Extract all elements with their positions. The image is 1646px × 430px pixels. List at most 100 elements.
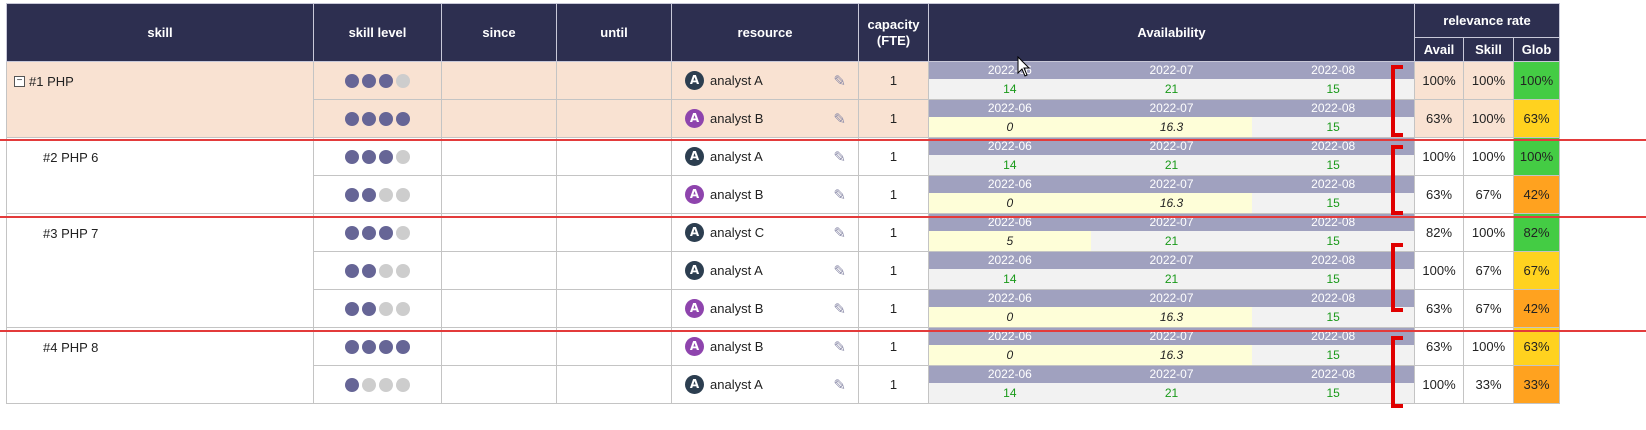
availability-cell: 2022-06 2022-07 2022-08 0 16.3 15 [928, 99, 1415, 138]
glob-pct-cell: 63% [1513, 327, 1560, 366]
skill-level-cell [313, 137, 442, 176]
since-cell [441, 289, 557, 328]
pencil-icon[interactable]: ✎ [833, 148, 846, 166]
availability-month: 2022-08 [1311, 101, 1356, 115]
until-cell [556, 137, 672, 176]
skill-level-dot [345, 187, 359, 202]
since-cell [441, 327, 557, 366]
resource-name[interactable]: analyst B [710, 111, 763, 126]
availability-value: 14 [1003, 386, 1017, 400]
availability-value: 0 [929, 193, 1091, 213]
col-header-avail[interactable]: Avail [1414, 37, 1464, 62]
availability-value: 21 [1164, 386, 1179, 400]
col-header-skill[interactable]: skill [6, 3, 314, 62]
resource-name[interactable]: analyst B [710, 301, 763, 316]
availability-value: 14 [1003, 158, 1017, 172]
availability-month: 2022-08 [1311, 253, 1356, 267]
resource-cell: A analyst B ✎ [671, 289, 859, 328]
col-header-availability[interactable]: Availability [928, 3, 1415, 62]
table-row[interactable]: #2 PHP 6 A analyst A ✎ 1 2022-06 2022-07 2… [6, 137, 1560, 214]
skills-resource-table: skill skill level since until resource c… [6, 3, 1560, 404]
resource-name[interactable]: analyst A [710, 73, 763, 88]
skill-level-dot [379, 301, 393, 316]
skill-level-dot [362, 339, 376, 354]
pencil-icon[interactable]: ✎ [833, 110, 846, 128]
availability-month: 2022-07 [1149, 63, 1194, 77]
resource-name[interactable]: analyst C [710, 225, 764, 240]
group-separator-line [0, 139, 1646, 141]
pencil-icon[interactable]: ✎ [833, 262, 846, 280]
skill-level-cell [313, 365, 442, 404]
glob-pct-cell: 100% [1513, 61, 1560, 100]
since-cell [441, 213, 557, 252]
until-cell [556, 289, 672, 328]
pencil-icon[interactable]: ✎ [833, 224, 846, 242]
col-header-skill-level[interactable]: skill level [313, 3, 442, 62]
resource-name[interactable]: analyst A [710, 263, 763, 278]
skill-level-dot [345, 377, 359, 392]
availability-month: 2022-06 [987, 101, 1032, 115]
skill-pct-cell: 100% [1463, 137, 1514, 176]
availability-value: 0 [929, 307, 1091, 327]
glob-pct-cell: 42% [1513, 289, 1560, 328]
glob-pct-cell: 82% [1513, 213, 1560, 252]
pencil-icon[interactable]: ✎ [833, 186, 846, 204]
availability-cell: 2022-06 2022-07 2022-08 14 21 15 [928, 61, 1415, 100]
skill-pct-cell: 100% [1463, 213, 1514, 252]
col-header-capacity[interactable]: capacity (FTE) [858, 3, 929, 62]
pencil-icon[interactable]: ✎ [833, 300, 846, 318]
resource-cell: A analyst A ✎ [671, 137, 859, 176]
col-header-skill-pct[interactable]: Skill [1463, 37, 1514, 62]
glob-pct-cell: 33% [1513, 365, 1560, 404]
pencil-icon[interactable]: ✎ [833, 376, 846, 394]
table-row[interactable]: #3 PHP 7 A analyst C ✎ 1 2022-06 2022-07 2… [6, 213, 1560, 328]
until-cell [556, 327, 672, 366]
avail-pct-cell: 100% [1414, 61, 1464, 100]
availability-month: 2022-07 [1149, 177, 1194, 191]
table-row[interactable]: #4 PHP 8 A analyst B ✎ 1 2022-06 2022-07 2… [6, 327, 1560, 404]
skill-level-dot [379, 339, 393, 354]
skill-level-dot [379, 73, 393, 88]
skill-level-dot [345, 73, 359, 88]
availability-value: 16.3 [1090, 307, 1253, 327]
availability-value: 15 [1326, 234, 1340, 248]
pencil-icon[interactable]: ✎ [833, 72, 846, 90]
table-row[interactable]: − #1 PHP A analyst A ✎ 1 2022-06 2022-07 20… [6, 61, 1560, 138]
resource-name[interactable]: analyst A [710, 377, 763, 392]
skill-level-cell [313, 327, 442, 366]
skill-level-dot [396, 149, 410, 164]
availability-value: 15 [1326, 120, 1340, 134]
availability-month: 2022-07 [1149, 253, 1194, 267]
avail-pct-cell: 63% [1414, 327, 1464, 366]
avatar: A [685, 299, 704, 318]
bracket-annotation [1391, 243, 1403, 312]
availability-value: 16.3 [1090, 345, 1253, 365]
availability-month: 2022-06 [987, 291, 1032, 305]
resource-name[interactable]: analyst A [710, 149, 763, 164]
col-header-resource[interactable]: resource [671, 3, 859, 62]
skill-cell: − #1 PHP [6, 61, 314, 138]
pencil-icon[interactable]: ✎ [833, 338, 846, 356]
col-header-glob[interactable]: Glob [1513, 37, 1560, 62]
skill-cell: #2 PHP 6 [6, 137, 314, 214]
col-header-until[interactable]: until [556, 3, 672, 62]
availability-value: 15 [1326, 82, 1340, 96]
avail-pct-cell: 63% [1414, 175, 1464, 214]
availability-month: 2022-08 [1311, 63, 1356, 77]
col-header-since[interactable]: since [441, 3, 557, 62]
avatar: A [685, 337, 704, 356]
collapse-minus-icon[interactable]: − [14, 76, 25, 87]
skill-level-cell [313, 251, 442, 290]
group-separator-line [0, 216, 1646, 218]
skill-level-dot [345, 339, 359, 354]
glob-pct-cell: 42% [1513, 175, 1560, 214]
resource-name[interactable]: analyst B [710, 187, 763, 202]
availability-value: 21 [1164, 82, 1179, 96]
skill-level-dot [379, 225, 393, 240]
skill-pct-cell: 33% [1463, 365, 1514, 404]
resource-name[interactable]: analyst B [710, 339, 763, 354]
skill-level-cell [313, 289, 442, 328]
glob-pct-cell: 100% [1513, 137, 1560, 176]
availability-value: 21 [1164, 158, 1179, 172]
until-cell [556, 251, 672, 290]
